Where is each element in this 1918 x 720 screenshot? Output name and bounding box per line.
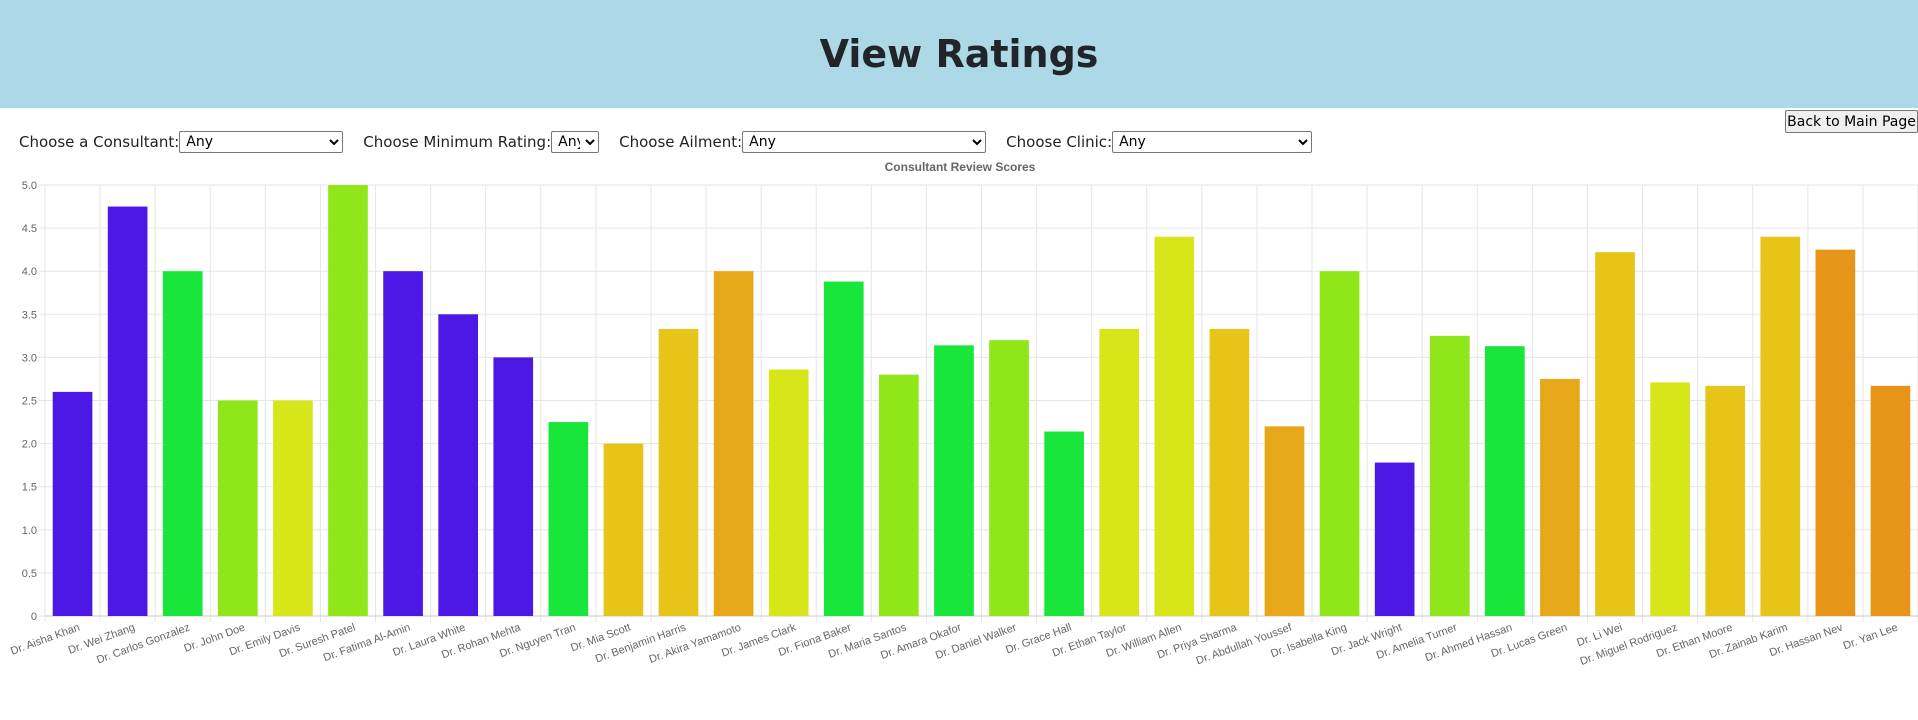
- bar: [1429, 335, 1470, 616]
- bar: [548, 422, 589, 616]
- bar: [1595, 252, 1635, 616]
- consultant-filter-label: Choose a Consultant:: [19, 133, 180, 151]
- min-rating-filter-label: Choose Minimum Rating:: [363, 133, 552, 151]
- clinic-filter-label: Choose Clinic:: [1006, 133, 1113, 151]
- bar: [1870, 385, 1911, 616]
- bar: [162, 271, 203, 616]
- clinic-select[interactable]: Any: [1112, 131, 1313, 153]
- bar: [603, 443, 644, 616]
- bar: [383, 271, 423, 616]
- x-axis-ticks: Dr. Aisha KhanDr. Wei ZhangDr. Carlos Go…: [9, 621, 1899, 668]
- bar: [328, 185, 368, 616]
- back-to-main-button[interactable]: Back to Main Page: [1785, 110, 1918, 133]
- bar: [493, 357, 534, 616]
- bar: [1374, 462, 1415, 616]
- bar: [1099, 328, 1140, 616]
- bar: [768, 369, 809, 616]
- y-axis-ticks: 0 0.5 1.0 1.5 2.0 2.5 3.0 3.5 4.0 4.5 5.0: [22, 180, 37, 623]
- bar: [1044, 431, 1084, 616]
- page-header: View Ratings: [0, 0, 1918, 108]
- bar: [1705, 385, 1746, 616]
- y-tick-label: 4.5: [22, 223, 37, 235]
- min-rating-filter: Choose Minimum Rating: Any: [363, 131, 600, 153]
- bar: [217, 400, 258, 616]
- consultant-select[interactable]: Any: [179, 131, 344, 153]
- bar: [1760, 236, 1801, 616]
- bar: [1650, 382, 1690, 616]
- chart-grid: [39, 184, 1918, 622]
- ailment-filter: Choose Ailment: Any: [619, 131, 987, 153]
- ratings-bar-chart: Consultant Review Scores 0 0.5 1.0 1.5 2.0 2.…: [9, 160, 1918, 668]
- bar: [1264, 426, 1305, 616]
- filter-bar: Choose a Consultant: Any Choose Minimum …: [19, 131, 1332, 153]
- y-tick-label: 2.0: [22, 439, 37, 451]
- bar: [658, 328, 699, 616]
- bar: [1154, 236, 1195, 616]
- x-tick-label: Dr. Yan Lee: [1842, 622, 1900, 653]
- y-tick-label: 2.5: [22, 396, 37, 408]
- bar: [713, 271, 754, 616]
- bar: [107, 206, 148, 617]
- y-tick-label: 1.0: [22, 525, 37, 537]
- bar: [1485, 346, 1525, 616]
- chart-title: Consultant Review Scores: [885, 160, 1036, 174]
- y-tick-label: 0.5: [22, 568, 37, 580]
- bar: [1815, 249, 1856, 616]
- bar: [273, 400, 313, 616]
- ailment-filter-label: Choose Ailment:: [619, 133, 743, 151]
- bar: [823, 281, 864, 616]
- bar: [989, 340, 1029, 616]
- y-tick-label: 3.5: [22, 309, 37, 321]
- ailment-select[interactable]: Any: [742, 131, 987, 153]
- bar: [934, 345, 974, 616]
- clinic-filter: Choose Clinic: Any: [1006, 131, 1313, 153]
- page-title: View Ratings: [819, 32, 1099, 76]
- bar: [879, 374, 919, 616]
- y-tick-label: 5.0: [22, 180, 37, 192]
- y-tick-label: 4.0: [22, 266, 37, 278]
- min-rating-select[interactable]: Any: [551, 131, 600, 153]
- bar: [1319, 271, 1360, 616]
- x-tick-label: Dr. Akira Yamamoto: [648, 622, 743, 666]
- consultant-filter: Choose a Consultant: Any: [19, 131, 344, 153]
- bar: [438, 314, 478, 616]
- bar: [1209, 328, 1250, 616]
- y-tick-label: 0: [31, 611, 37, 623]
- x-tick-label: Dr. Carlos Gonzalez: [95, 622, 192, 667]
- y-tick-label: 3.0: [22, 352, 37, 364]
- bar: [1540, 378, 1580, 616]
- y-tick-label: 1.5: [22, 482, 37, 494]
- bar: [52, 391, 93, 616]
